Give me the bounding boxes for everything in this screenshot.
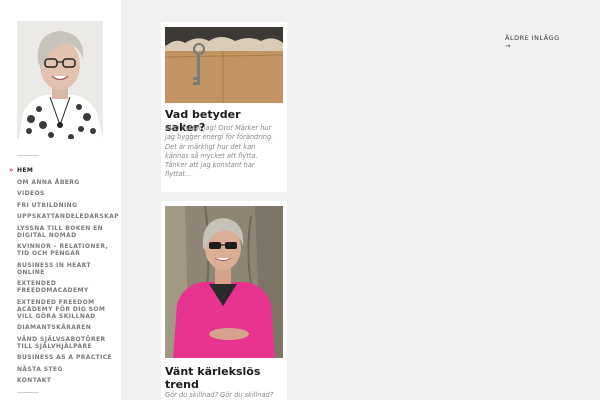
nav-item-videos[interactable]: Videos bbox=[17, 190, 117, 197]
post-excerpt: Gör du skillnad? Gör du skillnad? bbox=[165, 391, 274, 399]
sidebar-divider-top bbox=[17, 155, 39, 156]
sidebar-divider-bottom bbox=[17, 392, 39, 393]
older-posts-link[interactable]: Äldre inlägg → bbox=[505, 34, 560, 50]
post-thumbnail[interactable] bbox=[165, 27, 283, 103]
moving-box-with-key-image bbox=[165, 27, 283, 103]
arrow-right-icon: → bbox=[505, 42, 511, 50]
woman-in-pink-cardigan-image bbox=[165, 206, 283, 358]
nav-item-lyssna-till-boken[interactable]: Lyssna till boken en digital nomad bbox=[17, 225, 117, 239]
nav-item-diamantskararen[interactable]: Diamantskäraren bbox=[17, 324, 117, 331]
nav-item-business-in-heart[interactable]: Business in heart online bbox=[17, 262, 117, 276]
nav-item-uppskattandeledarskap[interactable]: Uppskattandeledarskap bbox=[17, 213, 119, 220]
nav-item-fri-utbildning[interactable]: Fri utbildning bbox=[17, 202, 117, 209]
nav-item-business-as-a-practice[interactable]: Business as a practice bbox=[17, 354, 117, 361]
nav-item-om-anna-aberg[interactable]: Om Anna Åberg bbox=[17, 179, 117, 186]
main-navigation: Hem Om Anna Åberg Videos Fri utbildning … bbox=[9, 167, 119, 389]
post-thumbnail[interactable] bbox=[165, 206, 283, 358]
nav-item-vand-sjalvsabotorer[interactable]: Vänd självsabotörer till självhjälpare bbox=[17, 336, 117, 350]
post-card: Vad betyder saker? Idag flyttar jag! Oro… bbox=[161, 22, 287, 192]
older-posts-label: Äldre inlägg bbox=[505, 34, 560, 42]
nav-item-hem[interactable]: Hem bbox=[9, 167, 117, 174]
nav-item-kontakt[interactable]: Kontakt bbox=[17, 377, 117, 384]
nav-item-kvinnor-relationer[interactable]: Kvinnor – relationer, tid och pengar bbox=[17, 243, 117, 257]
sidebar: Hem Om Anna Åberg Videos Fri utbildning … bbox=[0, 0, 121, 400]
post-excerpt: Idag flyttar jag! Oro! Märker hur jag by… bbox=[165, 124, 274, 179]
post-title[interactable]: Vänt kärlekslös trend bbox=[165, 365, 283, 391]
nav-item-nasta-steg[interactable]: Nästa steg bbox=[17, 366, 117, 373]
nav-item-extended-freedomacademy[interactable]: Extended freedomacademy bbox=[17, 280, 117, 294]
post-card: Vänt kärlekslös trend Gör du skillnad? G… bbox=[161, 201, 287, 400]
portrait-image bbox=[17, 21, 103, 139]
nav-item-extended-freedom-academy[interactable]: Extended Freedom Academy för dig som vil… bbox=[17, 299, 117, 320]
author-portrait[interactable] bbox=[17, 21, 103, 139]
